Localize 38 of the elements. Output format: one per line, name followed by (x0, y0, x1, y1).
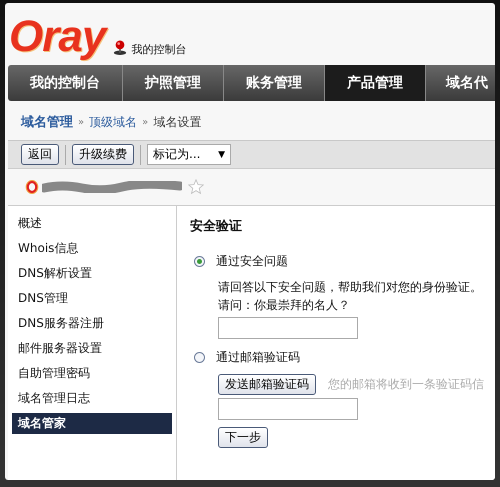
sidebar-item[interactable]: 域名管家 (12, 413, 172, 434)
sidebar-item[interactable]: DNS解析设置 (12, 261, 172, 286)
breadcrumb-separator: » (142, 116, 148, 128)
sidebar-item[interactable]: 概述 (12, 211, 172, 236)
nav-tab[interactable]: 我的控制台 (8, 65, 123, 101)
next-button[interactable]: 下一步 (218, 427, 268, 448)
radio-label: 通过安全问题 (216, 253, 288, 270)
sidebar-item[interactable]: DNS管理 (12, 286, 172, 311)
sidebar-item[interactable]: 域名管理日志 (12, 386, 172, 411)
section-title: 安全验证 (190, 218, 243, 235)
question-text: 请问：你最崇拜的名人？ (218, 297, 351, 314)
code-field[interactable] (218, 398, 358, 420)
nav-tab[interactable]: 护照管理 (123, 65, 224, 101)
breadcrumb-item[interactable]: 域名管理 (21, 113, 73, 131)
toolbar-button[interactable]: 返回 (21, 144, 59, 165)
breadcrumb-separator: » (78, 116, 84, 128)
console-link[interactable]: 我的控制台 (131, 42, 186, 57)
send-code-button[interactable]: 发送邮箱验证码 (218, 374, 316, 395)
hint-text: 请回答以下安全问题，帮助我们对您的身份验证。 (218, 279, 483, 296)
radio-button[interactable] (194, 256, 205, 267)
sidebar-item[interactable]: Whois信息 (12, 236, 172, 261)
note-text: 您的邮箱将收到一条验证码信 (328, 376, 484, 393)
mark-as-dropdown[interactable]: 标记为... ▼ (147, 144, 231, 165)
joystick-icon (113, 39, 128, 56)
logo: Oray (9, 13, 106, 61)
sidebar-item[interactable]: 邮件服务器设置 (12, 336, 172, 361)
toolbar-button[interactable]: 升级续费 (72, 144, 134, 165)
answer-field[interactable] (218, 317, 358, 339)
breadcrumb-item[interactable]: 顶级域名 (89, 114, 138, 130)
radio-button[interactable] (194, 352, 205, 363)
oray-logo-icon (25, 178, 39, 196)
nav-tab[interactable]: 域名代 (426, 65, 495, 101)
sidebar-item[interactable]: DNS服务器注册 (12, 311, 172, 336)
nav-tab[interactable]: 产品管理 (325, 65, 426, 101)
sidebar-item[interactable]: 自助管理密码 (12, 361, 172, 386)
breadcrumb-item: 域名设置 (153, 114, 202, 130)
radio-label: 通过邮箱验证码 (216, 349, 300, 366)
star-icon[interactable] (188, 179, 204, 195)
